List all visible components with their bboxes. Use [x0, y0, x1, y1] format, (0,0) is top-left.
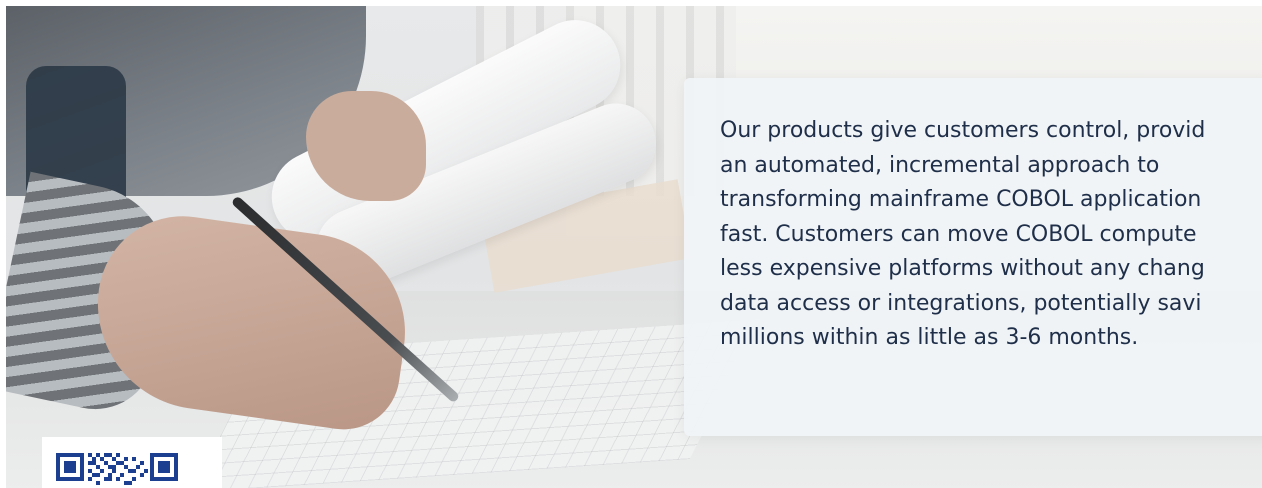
card-body-text: Our products give customers control, pro… — [720, 118, 1206, 350]
text-card: Our products give customers control, pro… — [684, 78, 1262, 436]
qr-code-icon — [56, 453, 178, 485]
page: Our products give customers control, pro… — [0, 0, 1262, 488]
qr-code-badge[interactable] — [42, 437, 222, 488]
